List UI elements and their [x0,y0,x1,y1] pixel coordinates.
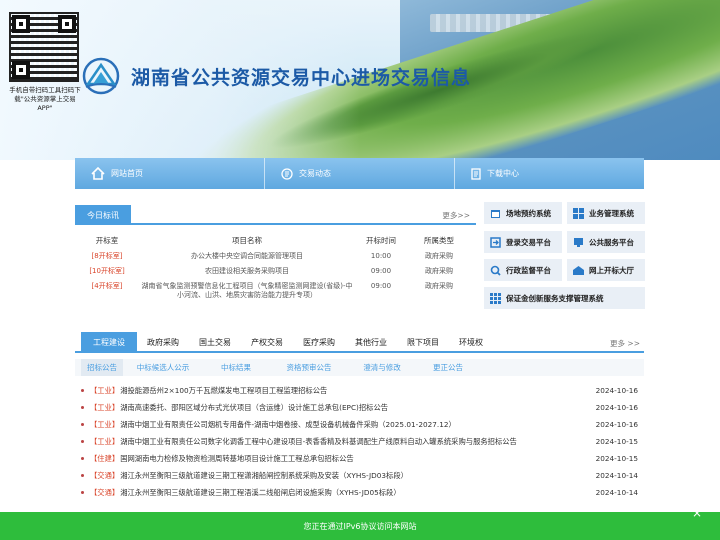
subtab-results[interactable]: 中标结果 [203,359,269,376]
table-row[interactable]: [10开标室] 农田建设相关服务采购项目 09:00 政府采购 [75,264,476,279]
deposit-system-button[interactable]: 保证金创新服务支撑管理系统 [484,287,645,309]
col-type: 所属类型 [424,235,454,245]
today-more-link[interactable]: 更多>> [442,210,470,221]
nav-trade-news[interactable]: 交易动态 [265,158,455,189]
qr-caption: 手机自带扫码工具扫码下载"公共资源掌上交易APP" [9,86,81,112]
tab-today-bids[interactable]: 今日标讯 [75,205,131,225]
main-nav: 网站首页 交易动态 下载中心 [75,158,644,189]
close-icon[interactable]: × [692,506,702,520]
download-icon [471,167,481,180]
nav-download-label: 下载中心 [487,169,519,178]
tab-medical[interactable]: 医疗采购 [293,332,345,353]
tab-gov-procurement[interactable]: 政府采购 [137,332,189,353]
hall-icon [573,265,584,275]
col-time: 开标时间 [366,235,396,245]
tab-other[interactable]: 其他行业 [345,332,397,353]
login-icon [490,236,501,248]
subtab-candidates[interactable]: 中标候选人公示 [123,359,203,376]
admin-supervision-button[interactable]: 行政监督平台 [484,259,562,281]
qr-block: 手机自带扫码工具扫码下载"公共资源掌上交易APP" [9,12,81,124]
grid-icon [490,292,501,304]
site-title: 湖南省公共资源交易中心进场交易信息 [131,67,472,89]
list-item[interactable]: 【住建】 国网湖南电力检修及物资检测周转基地项目设计施工工程总承包招标公告 2024… [75,450,644,467]
subtab-correction[interactable]: 更正公告 [415,359,481,376]
tab-environment[interactable]: 环境权 [449,332,493,353]
ipv6-notice-text: 您正在通过IPv6协议访问本网站 [303,521,417,531]
category-section: 工程建设 政府采购 国土交易 产权交易 医疗采购 其他行业 限下项目 环境权 更… [75,332,644,501]
home-icon [91,167,105,180]
subtab-prequalification[interactable]: 资格预审公告 [269,359,349,376]
login-trade-button[interactable]: 登录交易平台 [484,231,562,253]
tab-engineering[interactable]: 工程建设 [81,332,137,353]
list-item[interactable]: 【工业】 湖南中烟工业有限责任公司数字化调香工程中心建设项目-表香香精及料基调配生… [75,433,644,450]
category-tabs: 工程建设 政府采购 国土交易 产权交易 医疗采购 其他行业 限下项目 环境权 更… [75,332,644,353]
tab-small-projects[interactable]: 限下项目 [397,332,449,353]
public-service-button[interactable]: 公共服务平台 [567,231,645,253]
nav-trade-news-label: 交易动态 [299,169,331,178]
site-logo-icon[interactable] [80,57,122,95]
today-table-body: [8开标室] 办公大楼中央空调合同能源管理项目 10:00 政府采购 [10开标… [75,249,476,303]
notice-list: 【工业】 湘投能源岳州2×100万千瓦燃煤发电工程项目工程监理招标公告 2024-1… [75,382,644,501]
table-row[interactable]: [4开标室] 湖南省气象监测预警信息化工程项目（气象精密监测网建设(省级)-中小… [75,279,476,300]
supervision-icon [490,265,501,276]
col-project: 项目名称 [232,235,262,245]
sub-tabs: 招标公告 中标候选人公示 中标结果 资格预审公告 澄清与修改 更正公告 [75,359,644,376]
tab-land[interactable]: 国土交易 [189,332,241,353]
nav-home-label: 网站首页 [111,169,143,178]
subtab-tender-notice[interactable]: 招标公告 [81,359,123,376]
table-row[interactable]: [8开标室] 办公大楼中央空调合同能源管理项目 10:00 政府采购 [75,249,476,264]
today-bids-header: 今日标讯 更多>> [75,205,476,225]
document-icon [281,167,293,180]
today-bids-panel: 今日标讯 更多>> 开标室 项目名称 开标时间 所属类型 [8开标室] 办公大楼… [75,205,476,305]
list-item[interactable]: 【交通】 湘江永州至衡阳三级航道建设三期工程潇湘船闸控制系统采购及安装（XYHS-… [75,467,644,484]
list-item[interactable]: 【工业】 湘投能源岳州2×100万千瓦燃煤发电工程项目工程监理招标公告 2024-1… [75,382,644,399]
venue-booking-button[interactable]: 场地预约系统 [484,202,562,224]
tab-property[interactable]: 产权交易 [241,332,293,353]
list-item[interactable]: 【工业】 湖南中烟工业有限责任公司烟机专用备件-湖南中烟卷接、成型设备机械备件采购… [75,416,644,433]
col-room: 开标室 [95,235,119,245]
header-banner: 手机自带扫码工具扫码下载"公共资源掌上交易APP" 湖南省公共资源交易中心进场交… [0,0,720,160]
nav-home[interactable]: 网站首页 [75,158,265,189]
windows-icon [573,207,584,219]
ipv6-notice-bar: 您正在通过IPv6协议访问本网站 × [0,506,720,540]
online-bid-hall-button[interactable]: 网上开标大厅 [567,259,645,281]
qr-code [9,12,79,82]
business-system-button[interactable]: 业务管理系统 [567,202,645,224]
calendar-icon [491,209,500,218]
today-table-header: 开标室 项目名称 开标时间 所属类型 [75,231,476,249]
category-more-link[interactable]: 更多 >> [610,338,640,349]
list-item[interactable]: 【交通】 湘江永州至衡阳三级航道建设三期工程浯溪二线船闸启闭设施采购（XYHS-J… [75,484,644,501]
service-icon [574,237,583,247]
subtab-clarification[interactable]: 澄清与修改 [349,359,415,376]
list-item[interactable]: 【工业】 湖南高速委托、邵阳区域分布式光伏项目（含运维）设计施工总承包(EPC)招… [75,399,644,416]
nav-download[interactable]: 下载中心 [455,158,644,189]
